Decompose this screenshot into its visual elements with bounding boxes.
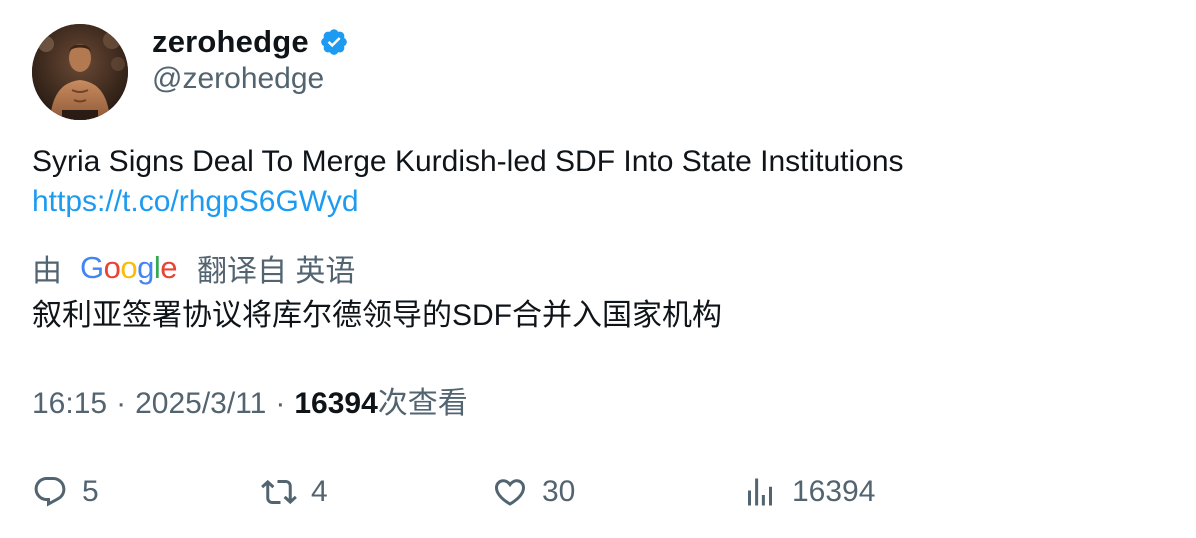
views-count: 16394: [294, 387, 378, 420]
author-display-name[interactable]: zerohedge: [152, 24, 309, 60]
translated-text: 叙利亚签署协议将库尔德领导的SDF合并入国家机构: [32, 299, 722, 332]
tweet-text: Syria Signs Deal To Merge Kurdish-led SD…: [32, 145, 904, 178]
tweet-meta: 16:15 · 2025/3/11 · 16394 次查看: [32, 382, 468, 426]
like-button[interactable]: 30: [492, 470, 575, 514]
analytics-icon: [748, 478, 772, 506]
action-bar: 5 4 30 16394: [0, 470, 1196, 514]
retweet-button[interactable]: 4: [261, 470, 328, 514]
verified-badge-icon: [319, 27, 349, 57]
tweet-time[interactable]: 16:15: [32, 382, 107, 426]
heart-icon: [494, 479, 526, 506]
views-button[interactable]: 16394: [742, 470, 875, 514]
avatar-photo-icon: [32, 24, 128, 120]
tweet-card: zerohedge @zerohedge Syria Signs Deal To…: [0, 0, 1196, 538]
author-handle[interactable]: @zerohedge: [152, 62, 324, 96]
reply-button[interactable]: 5: [32, 470, 99, 514]
google-logo: Google: [80, 250, 178, 285]
meta-separator: ·: [275, 387, 286, 420]
reply-icon: [34, 477, 66, 507]
tweet-date[interactable]: 2025/3/11: [135, 382, 266, 426]
avatar[interactable]: [32, 24, 128, 120]
translation-attribution: 由 Google 翻译自 英语: [32, 246, 355, 290]
translated-from-label: 翻译自 英语: [197, 255, 356, 288]
retweet-count: 4: [311, 475, 328, 508]
views-action-count: 16394: [792, 475, 876, 508]
tweet-link[interactable]: https://t.co/rhgpS6GWyd: [32, 182, 359, 222]
views-label: 次查看: [377, 387, 468, 420]
like-count: 30: [542, 475, 576, 508]
retweet-icon: [261, 479, 297, 505]
translation-by-label: 由: [32, 255, 62, 288]
meta-separator: ·: [116, 387, 127, 420]
author-name-row: zerohedge: [152, 22, 349, 62]
reply-count: 5: [82, 475, 99, 508]
